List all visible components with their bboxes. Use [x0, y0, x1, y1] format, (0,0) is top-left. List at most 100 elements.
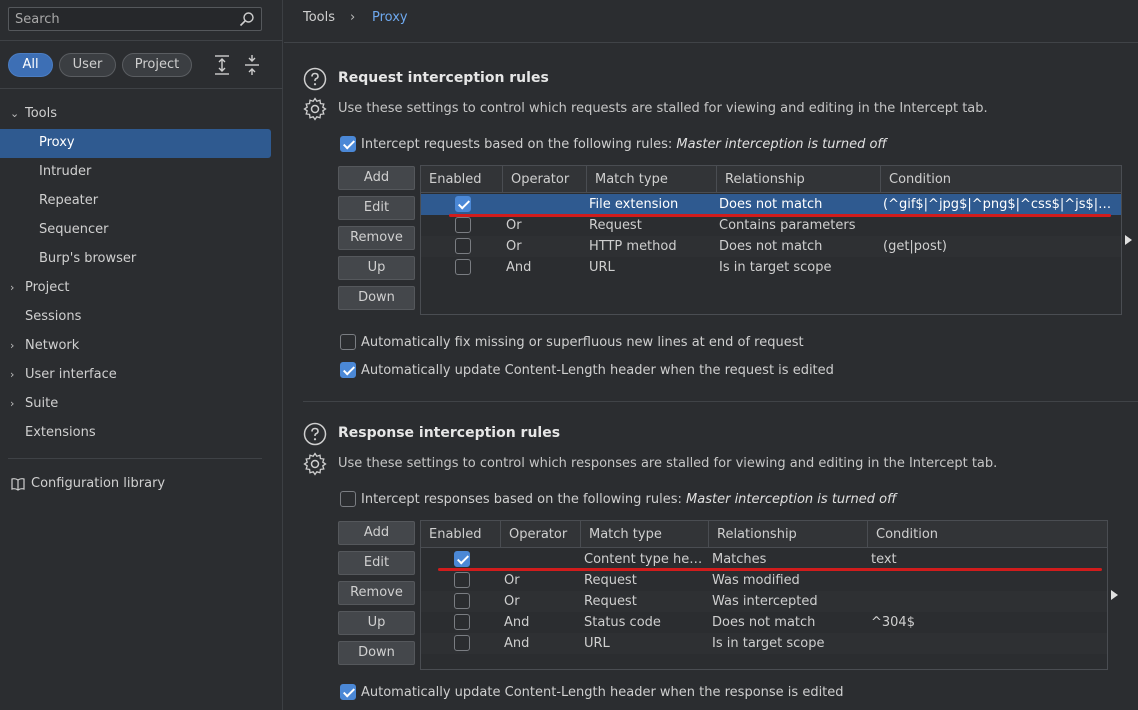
nav-sessions[interactable]: Sessions	[0, 303, 283, 331]
remove-button[interactable]: Remove	[338, 226, 415, 250]
column-header-condition[interactable]: Condition	[881, 166, 1121, 193]
expand-all-icon[interactable]	[212, 54, 232, 76]
rule-enabled-checkbox[interactable]	[455, 196, 471, 212]
column-header-enabled[interactable]: Enabled	[421, 166, 503, 193]
rule-enabled-checkbox[interactable]	[455, 259, 471, 275]
chevron-right-icon: ›	[10, 339, 15, 352]
nav-project[interactable]: › Project	[0, 274, 283, 302]
operator-cell: And	[504, 636, 530, 651]
column-header-condition[interactable]: Condition	[868, 521, 1107, 548]
nav-repeater[interactable]: Repeater	[0, 187, 283, 215]
relationship-cell: Was intercepted	[712, 594, 818, 609]
help-icon[interactable]	[303, 422, 327, 446]
nav-suite[interactable]: › Suite	[0, 390, 283, 418]
up-button[interactable]: Up	[338, 256, 415, 280]
nav-sequencer[interactable]: Sequencer	[0, 216, 283, 244]
match-type-cell: Request	[584, 594, 637, 609]
table-row[interactable]: Or Request Was intercepted	[421, 591, 1107, 612]
nav-user-interface[interactable]: › User interface	[0, 361, 283, 389]
collapse-all-icon[interactable]	[242, 54, 262, 76]
operator-cell: Or	[506, 239, 522, 254]
condition-cell: text	[871, 552, 897, 567]
edit-button[interactable]: Edit	[338, 196, 415, 220]
table-row[interactable]: File extension Does not match (^gif$|^jp…	[421, 194, 1121, 215]
intercept-responses-checkbox[interactable]	[340, 491, 356, 507]
table-row[interactable]: And URL Is in target scope	[421, 257, 1121, 278]
match-type-cell: Request	[589, 218, 642, 233]
nav-label: Configuration library	[31, 476, 166, 491]
relationship-cell: Is in target scope	[719, 260, 832, 275]
down-button[interactable]: Down	[338, 641, 415, 665]
column-header-operator[interactable]: Operator	[503, 166, 587, 193]
filter-user-button[interactable]: User	[59, 53, 116, 77]
table-row[interactable]: And Status code Does not match ^304$	[421, 612, 1107, 633]
condition-cell	[863, 591, 1103, 612]
match-type-cell: File extension	[589, 197, 679, 212]
nav-tools[interactable]: ⌄ Tools	[0, 100, 283, 128]
scroll-right-arrow-icon[interactable]	[1111, 590, 1118, 600]
nav-label: Network	[25, 338, 80, 353]
gear-icon[interactable]	[303, 97, 327, 121]
column-header-relationship[interactable]: Relationship	[709, 521, 868, 548]
search-input[interactable]	[9, 8, 229, 30]
rule-enabled-checkbox[interactable]	[454, 572, 470, 588]
rule-enabled-checkbox[interactable]	[454, 551, 470, 567]
fix-newlines-checkbox[interactable]	[340, 334, 356, 350]
nav-burps-browser[interactable]: Burp's browser	[0, 245, 283, 273]
add-button[interactable]: Add	[338, 521, 415, 545]
breadcrumb-root[interactable]: Tools	[303, 10, 335, 25]
add-button[interactable]: Add	[338, 166, 415, 190]
rule-enabled-checkbox[interactable]	[454, 635, 470, 651]
nav-network[interactable]: › Network	[0, 332, 283, 360]
nav-label: Burp's browser	[39, 251, 137, 266]
table-row[interactable]: Content type head... Matches text	[421, 549, 1107, 570]
up-button[interactable]: Up	[338, 611, 415, 635]
help-icon[interactable]	[303, 67, 327, 91]
column-header-enabled[interactable]: Enabled	[421, 521, 501, 548]
relationship-cell: Does not match	[719, 239, 823, 254]
rule-enabled-checkbox[interactable]	[455, 217, 471, 233]
annotation-underline	[449, 214, 1111, 217]
configuration-library-link[interactable]: Configuration library	[0, 470, 283, 498]
condition-cell: ^304$	[871, 615, 915, 630]
search-icon[interactable]	[239, 11, 255, 27]
relationship-cell: Contains parameters	[719, 218, 856, 233]
filter-all-button[interactable]: All	[8, 53, 53, 77]
condition-cell	[875, 215, 1121, 236]
column-header-match-type[interactable]: Match type	[587, 166, 717, 193]
match-type-cell: URL	[589, 260, 615, 275]
rule-enabled-checkbox[interactable]	[454, 614, 470, 630]
nav-label: Proxy	[39, 135, 75, 150]
intercept-requests-checkbox[interactable]	[340, 136, 356, 152]
match-type-cell: Request	[584, 573, 637, 588]
update-content-length-request-checkbox[interactable]	[340, 362, 356, 378]
match-type-cell: URL	[584, 636, 610, 651]
column-header-relationship[interactable]: Relationship	[717, 166, 881, 193]
remove-button[interactable]: Remove	[338, 581, 415, 605]
rule-enabled-checkbox[interactable]	[454, 593, 470, 609]
scroll-right-arrow-icon[interactable]	[1125, 235, 1132, 245]
sidebar: All User Project ⌄ Tools Proxy Intruder …	[0, 0, 283, 710]
annotation-underline	[438, 568, 1102, 571]
section-description: Use these settings to control which resp…	[338, 456, 998, 471]
table-row[interactable]: Or Request Was modified	[421, 570, 1107, 591]
divider	[0, 88, 283, 89]
nav-intruder[interactable]: Intruder	[0, 158, 283, 186]
table-row[interactable]: And URL Is in target scope	[421, 633, 1107, 654]
column-header-match-type[interactable]: Match type	[581, 521, 709, 548]
breadcrumb-separator-icon: ›	[350, 10, 356, 25]
chevron-right-icon: ›	[10, 368, 15, 381]
down-button[interactable]: Down	[338, 286, 415, 310]
search-box[interactable]	[8, 7, 262, 31]
gear-icon[interactable]	[303, 452, 327, 476]
nav-proxy[interactable]: Proxy	[0, 129, 283, 158]
operator-cell: And	[506, 260, 532, 275]
table-row[interactable]: Or Request Contains parameters	[421, 215, 1121, 236]
update-content-length-response-checkbox[interactable]	[340, 684, 356, 700]
nav-extensions[interactable]: Extensions	[0, 419, 283, 447]
filter-project-button[interactable]: Project	[122, 53, 192, 77]
column-header-operator[interactable]: Operator	[501, 521, 581, 548]
table-row[interactable]: Or HTTP method Does not match (get|post)	[421, 236, 1121, 257]
rule-enabled-checkbox[interactable]	[455, 238, 471, 254]
edit-button[interactable]: Edit	[338, 551, 415, 575]
